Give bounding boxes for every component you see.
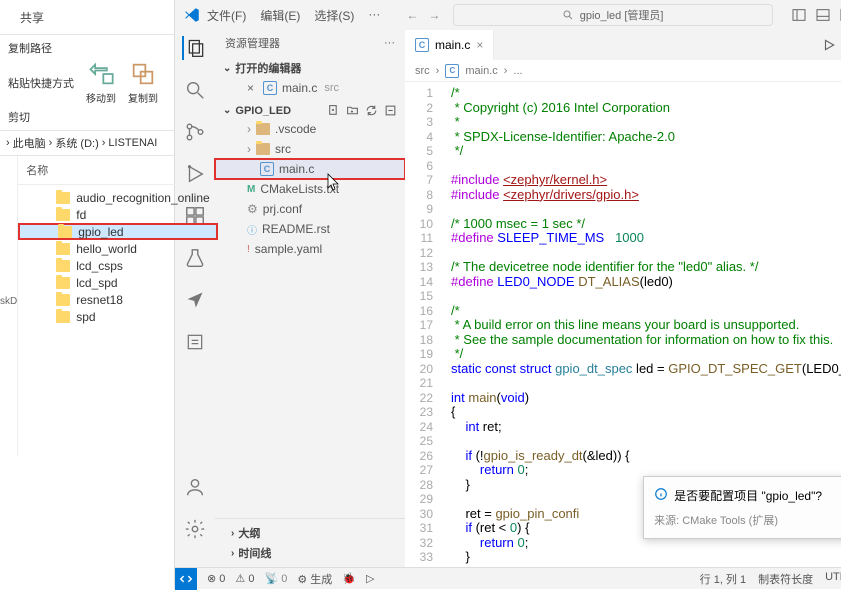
file-tree: › .vscode› srcCmain.cMCMakeLists.txt⚙prj…: [215, 119, 405, 259]
status-radio[interactable]: 📡 0: [264, 572, 287, 585]
status-play-icon[interactable]: ▷: [366, 572, 374, 585]
open-editor-item[interactable]: × C main.c src: [215, 78, 405, 98]
open-editors-header[interactable]: ⌄ 打开的编辑器: [215, 58, 405, 78]
copy-path[interactable]: 复制路径: [8, 40, 52, 56]
menu-edit[interactable]: 编辑(E): [260, 7, 300, 24]
tab-main-c[interactable]: C main.c ×: [405, 30, 494, 60]
editor-area: C main.c × ⌄ ··· src› C main.c› ... 1234…: [405, 30, 841, 567]
activity-account-icon[interactable]: [183, 475, 207, 499]
folder-item[interactable]: audio_recognition_online: [18, 189, 217, 206]
folder-item[interactable]: resnet18: [18, 291, 217, 308]
menu-more[interactable]: ···: [368, 7, 380, 24]
folder-item[interactable]: gpio_led: [18, 223, 217, 240]
folder-list: audio_recognition_onlinefdgpio_ledhello_…: [18, 185, 217, 329]
tree-item[interactable]: ⓘREADME.rst: [215, 219, 405, 239]
explorer-sidebar: 资源管理器 ··· ⌄ 打开的编辑器 × C main.c src ⌄ GPI: [215, 30, 405, 567]
project-header[interactable]: ⌄ GPIO_LED: [215, 102, 405, 119]
tree-item[interactable]: !sample.yaml: [215, 239, 405, 259]
status-warnings[interactable]: ⚠ 0: [235, 572, 254, 585]
status-spaces[interactable]: 制表符长度: [758, 571, 813, 587]
folder-item[interactable]: spd: [18, 308, 217, 325]
info-icon: [654, 487, 668, 501]
collapse-icon[interactable]: [384, 104, 397, 117]
status-build[interactable]: ⚙ 生成: [297, 571, 332, 587]
status-encoding[interactable]: UTF-8: [825, 571, 841, 587]
status-errors[interactable]: ⊗ 0: [207, 572, 225, 585]
notification-toast[interactable]: 是否要配置项目 "gpio_led"? 来源: CMake Tools (扩展): [643, 476, 841, 539]
layout-panel-icon[interactable]: [815, 7, 831, 23]
move-to-button[interactable]: 移动到: [86, 60, 116, 105]
status-lncol[interactable]: 行 1, 列 1: [700, 571, 746, 587]
activity-search-icon[interactable]: [183, 78, 207, 102]
notification-text: 是否要配置项目 "gpio_led"?: [674, 487, 822, 504]
status-debug-icon[interactable]: 🐞: [342, 572, 356, 585]
tree-item[interactable]: › src: [215, 139, 405, 159]
close-icon[interactable]: ×: [476, 38, 483, 52]
outline-header[interactable]: ›大纲: [223, 523, 397, 543]
menu-select[interactable]: 选择(S): [314, 7, 354, 24]
vscode-window: 文件(F) 编辑(E) 选择(S) ··· ← → gpio_led [管理员]: [175, 0, 841, 589]
folder-item[interactable]: lcd_csps: [18, 257, 217, 274]
folder-item[interactable]: hello_world: [18, 240, 217, 257]
statusbar: ⊗ 0 ⚠ 0 📡 0 ⚙ 生成 🐞 ▷ 行 1, 列 1 制表符长度 UTF-…: [175, 567, 841, 589]
notification-source: 来源: CMake Tools (扩展): [654, 512, 841, 528]
sidebar-title: 资源管理器: [225, 35, 280, 51]
close-icon[interactable]: ×: [247, 81, 254, 95]
layout-sidebar-left-icon[interactable]: [791, 7, 807, 23]
copy-to-button[interactable]: 复制到: [128, 60, 158, 105]
menu-file[interactable]: 文件(F): [207, 7, 246, 24]
cut-label[interactable]: 剪切: [8, 109, 166, 125]
nav-back-icon[interactable]: ←: [406, 8, 418, 22]
nav-fwd-icon[interactable]: →: [428, 8, 440, 22]
command-center[interactable]: gpio_led [管理员]: [453, 4, 773, 26]
titlebar: 文件(F) 编辑(E) 选择(S) ··· ← → gpio_led [管理员]: [175, 0, 841, 30]
tree-item[interactable]: Cmain.c: [215, 159, 405, 179]
activity-settings-icon[interactable]: [183, 517, 207, 541]
activity-explorer-icon[interactable]: [182, 36, 206, 60]
activity-debug-icon[interactable]: [183, 162, 207, 186]
tree-item[interactable]: ⚙prj.conf: [215, 199, 405, 219]
breadcrumb[interactable]: ›此电脑 ›系统 (D:) ›LISTENAI: [0, 131, 174, 156]
new-folder-icon[interactable]: [346, 104, 359, 117]
folder-item[interactable]: fd: [18, 206, 217, 223]
tree-item[interactable]: MCMakeLists.txt: [215, 179, 405, 199]
remote-icon[interactable]: [175, 568, 197, 590]
refresh-icon[interactable]: [365, 104, 378, 117]
run-icon[interactable]: [822, 38, 836, 52]
tree-item[interactable]: › .vscode: [215, 119, 405, 139]
explorer-share[interactable]: 共享: [0, 9, 44, 26]
activity-scm-icon[interactable]: [183, 120, 207, 144]
search-icon: [562, 9, 574, 21]
vscode-logo-icon: [183, 6, 201, 24]
windows-explorer-pane: 共享 复制路径 粘贴快捷方式 移动到 复制到 剪切 ›此电脑 ›系统 (D:) …: [0, 0, 175, 589]
new-file-icon[interactable]: [327, 104, 340, 117]
explorer-leftnav: skD: [0, 156, 18, 456]
folder-item[interactable]: lcd_spd: [18, 274, 217, 291]
activity-other-icon[interactable]: [183, 330, 207, 354]
paste-shortcut[interactable]: 粘贴快捷方式: [8, 75, 74, 91]
timeline-header[interactable]: ›时间线: [223, 543, 397, 563]
tab-row: C main.c × ⌄ ···: [405, 30, 841, 60]
sidebar-more-icon[interactable]: ···: [384, 37, 395, 49]
editor-breadcrumb[interactable]: src› C main.c› ...: [405, 60, 841, 82]
